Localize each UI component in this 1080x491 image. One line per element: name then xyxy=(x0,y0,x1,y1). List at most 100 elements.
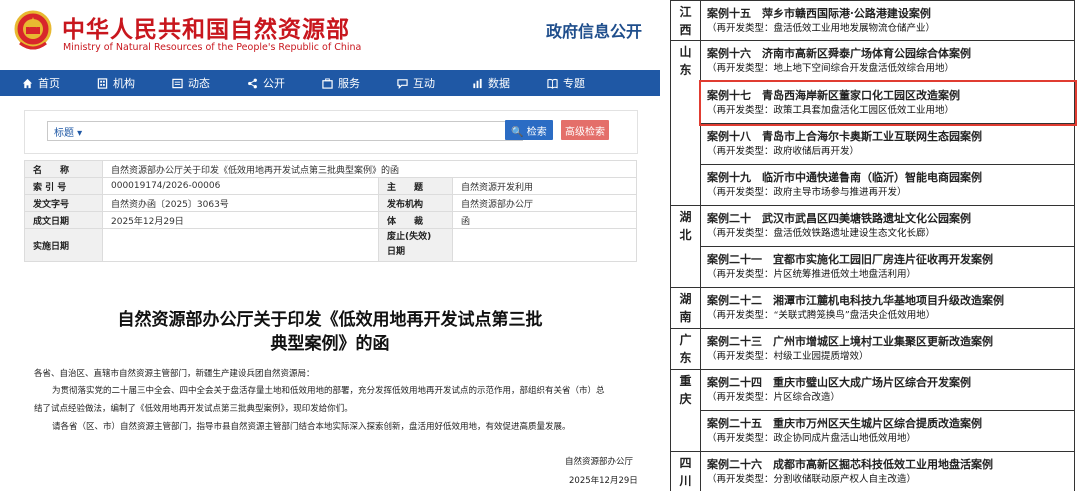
panel-divider xyxy=(660,0,670,491)
province-name: 江西 xyxy=(679,4,692,37)
case-type: （再开发类型：地上地下空间综合开发盘活低效综合用地） xyxy=(707,63,955,74)
case-cell: 案例十六 济南市高新区舜泰广场体育公园综合体案例 （再开发类型：地上地下空间综合… xyxy=(700,40,1075,82)
doc-title: 自然资源部办公厅关于印发《低效用地再开发试点第三批 典型案例》的函 xyxy=(0,308,660,356)
search-panel: 标题 ▾ 🔍 检索 高级检索 xyxy=(24,110,638,154)
search-button[interactable]: 🔍 检索 xyxy=(505,120,553,140)
nav-label: 公开 xyxy=(263,77,285,90)
expire-label-line1: 废止(失效) xyxy=(387,232,432,242)
doc-paragraph-1b: 结了试点经验做法，编制了《低效用地再开发试点第三批典型案例》，现印发给你们。 xyxy=(34,404,353,414)
case-table: 江西 案例十五 萍乡市赣西国际港·公路港建设案例 （再开发类型：盘活低效工业用地… xyxy=(670,0,1075,491)
expire-date-label: 废止(失效) 日期 xyxy=(378,228,453,262)
province-cell: 重庆 xyxy=(670,369,701,452)
impl-date-label: 实施日期 xyxy=(24,228,103,262)
issuer-value: 自然资源部办公厅 xyxy=(452,194,637,212)
expire-label-line2: 日期 xyxy=(387,247,406,257)
subject-value: 自然资源开发利用 xyxy=(452,177,637,195)
province-cell: 四川 xyxy=(670,451,701,491)
nav-item-topics[interactable]: 专题 xyxy=(547,75,585,91)
nav-item-news[interactable]: 动态 xyxy=(172,75,210,91)
case-type: （再开发类型：村级工业园提质增效） xyxy=(707,351,869,362)
doc-paragraph-1a: 为贯彻落实党的二十届三中全会、四中全会关于盘活存量土地和低效用地的部署，充分发挥… xyxy=(52,386,605,396)
case-type: （再开发类型：政府收储后再开发） xyxy=(707,146,860,157)
nav-item-open[interactable]: 公开 xyxy=(247,75,285,91)
name-label: 名 称 xyxy=(24,160,103,178)
case-cell: 案例二十 武汉市武昌区四美塘铁路遗址文化公园案例 （再开发类型：盘活低效铁路遗址… xyxy=(700,205,1075,247)
doc-salutation: 各省、自治区、直辖市自然资源主管部门，新疆生产建设兵团自然资源局： xyxy=(34,369,315,379)
province-cell: 江西 xyxy=(670,0,701,41)
home-icon xyxy=(22,78,33,88)
province-name: 湖北 xyxy=(679,210,692,242)
case-title: 案例十六 济南市高新区舜泰广场体育公园综合体案例 xyxy=(707,47,971,60)
province-cell: 山东 xyxy=(670,40,701,206)
case-title: 案例二十六 成都市高新区掘芯科技低效工业用地盘活案例 xyxy=(707,457,993,471)
case-cell: 案例二十二 湘潭市江麓机电科技九华基地项目升级改造案例 （再开发类型：“关联式腾… xyxy=(700,287,1075,329)
date-value: 2025年12月29日 xyxy=(102,211,379,229)
case-type: （再开发类型：政企协同成片盘活山地低效用地） xyxy=(707,433,917,444)
nav-label: 服务 xyxy=(338,77,360,90)
case-title: 案例二十二 湘潭市江麓机电科技九华基地项目升级改造案例 xyxy=(707,294,1004,307)
nav-item-agency[interactable]: 机构 xyxy=(97,75,135,91)
impl-date-value xyxy=(102,228,379,262)
subject-label: 主 题 xyxy=(378,177,453,195)
case-cell: 案例二十一 宜都市实施化工园旧厂房连片征收再开发案例 （再开发类型：片区统筹推进… xyxy=(700,246,1075,288)
case-cell: 案例十九 临沂市中通快递鲁南（临沂）智能电商园案例 （再开发类型：政府主导市场参… xyxy=(700,164,1075,206)
genre-label: 体 裁 xyxy=(378,211,453,229)
province-cell: 湖南 xyxy=(670,287,701,329)
case-title: 案例十八 青岛市上合海尔卡奥斯工业互联网生态园案例 xyxy=(707,130,982,143)
case-title: 案例十五 萍乡市赣西国际港·公路港建设案例 xyxy=(707,6,931,20)
nav-item-interact[interactable]: 互动 xyxy=(397,75,435,91)
nav-label: 互动 xyxy=(413,77,435,90)
national-emblem-icon xyxy=(14,10,52,50)
advanced-search-button[interactable]: 高级检索 xyxy=(561,120,609,140)
case-cell: 案例二十四 重庆市璧山区大成广场片区综合开发案例 （再开发类型：片区综合改造） xyxy=(700,369,1075,411)
doc-sign-org: 自然资源部办公厅 xyxy=(565,457,634,467)
expire-date-value xyxy=(452,228,637,262)
index-label: 索 引 号 xyxy=(24,177,103,195)
search-input[interactable] xyxy=(88,122,522,142)
case-title: 案例十七 青岛西海岸新区董家口化工园区改造案例 xyxy=(707,88,960,102)
case-title: 案例二十三 广州市增城区上境村工业集聚区更新改造案例 xyxy=(707,335,993,348)
case-title: 案例二十 武汉市武昌区四美塘铁路遗址文化公园案例 xyxy=(707,212,971,225)
genre-value: 函 xyxy=(452,211,637,229)
nav-label: 动态 xyxy=(188,77,210,90)
case-cell: 案例十八 青岛市上合海尔卡奥斯工业互联网生态园案例 （再开发类型：政府收储后再开… xyxy=(700,123,1075,165)
doc-paragraph-2: 请各省（区、市）自然资源主管部门，指导市县自然资源主管部门结合本地实际深入探索创… xyxy=(52,422,571,432)
case-cell: 案例十五 萍乡市赣西国际港·公路港建设案例 （再开发类型：盘活低效工业用地发展物… xyxy=(700,0,1075,41)
chart-icon xyxy=(473,78,482,88)
case-cell: 案例二十三 广州市增城区上境村工业集聚区更新改造案例 （再开发类型：村级工业园提… xyxy=(700,328,1075,370)
doc-title-line2: 典型案例》的函 xyxy=(270,334,390,354)
ministry-name-cn: 中华人民共和国自然资源部 xyxy=(62,17,350,43)
province-name: 山东 xyxy=(679,45,692,77)
nav-item-data[interactable]: 数据 xyxy=(472,75,510,91)
province-name: 重庆 xyxy=(679,374,692,406)
search-box: 标题 ▾ xyxy=(47,121,523,142)
case-type: （再开发类型：政策工具套加盘活化工园区低效工业用地） xyxy=(707,104,955,116)
province-cell: 广东 xyxy=(670,328,701,370)
chat-icon xyxy=(397,78,408,89)
case-type: （再开发类型：片区统筹推进低效土地盘活利用） xyxy=(707,269,917,280)
nav-label: 首页 xyxy=(38,77,60,90)
index-value: 000019174/2026-00006 xyxy=(102,177,379,195)
gov-info-title[interactable]: 政府信息公开 xyxy=(546,18,642,42)
case-type: （再开发类型：政府主导市场参与推进再开发） xyxy=(707,187,907,198)
doc-metadata-table: 名 称 自然资源部办公厅关于印发《低效用地再开发试点第三批典型案例》的函 索 引… xyxy=(24,160,637,262)
book-icon xyxy=(547,78,558,89)
case-title: 案例二十一 宜都市实施化工园旧厂房连片征收再开发案例 xyxy=(707,253,993,266)
name-value: 自然资源部办公厅关于印发《低效用地再开发试点第三批典型案例》的函 xyxy=(102,160,637,178)
nav-item-home[interactable]: 首页 xyxy=(22,75,60,91)
case-cell: 案例二十五 重庆市万州区天生城片区综合提质改造案例 （再开发类型：政企协同成片盘… xyxy=(700,410,1075,452)
doc-sign-date: 2025年12月29日 xyxy=(569,476,638,486)
case-title: 案例二十五 重庆市万州区天生城片区综合提质改造案例 xyxy=(707,417,982,430)
search-type-select[interactable]: 标题 ▾ xyxy=(54,124,82,139)
nav-label: 数据 xyxy=(488,77,510,90)
ministry-name-en: Ministry of Natural Resources of the Peo… xyxy=(63,42,362,53)
case-cell-highlighted: 案例十七 青岛西海岸新区董家口化工园区改造案例 （再开发类型：政策工具套加盘活化… xyxy=(700,81,1075,124)
case-type: （再开发类型：盘活低效工业用地发展物流仓储产业） xyxy=(707,22,936,34)
issuer-label: 发布机构 xyxy=(378,194,453,212)
gov-info-page: 中华人民共和国自然资源部 Ministry of Natural Resourc… xyxy=(0,0,660,491)
docno-value: 自然资办函〔2025〕3063号 xyxy=(102,194,379,212)
share-icon xyxy=(248,78,257,88)
case-type: （再开发类型：分割收储联动原产权人自主改造） xyxy=(707,473,917,485)
nav-item-service[interactable]: 服务 xyxy=(322,75,360,91)
case-title: 案例二十四 重庆市璧山区大成广场片区综合开发案例 xyxy=(707,376,971,389)
